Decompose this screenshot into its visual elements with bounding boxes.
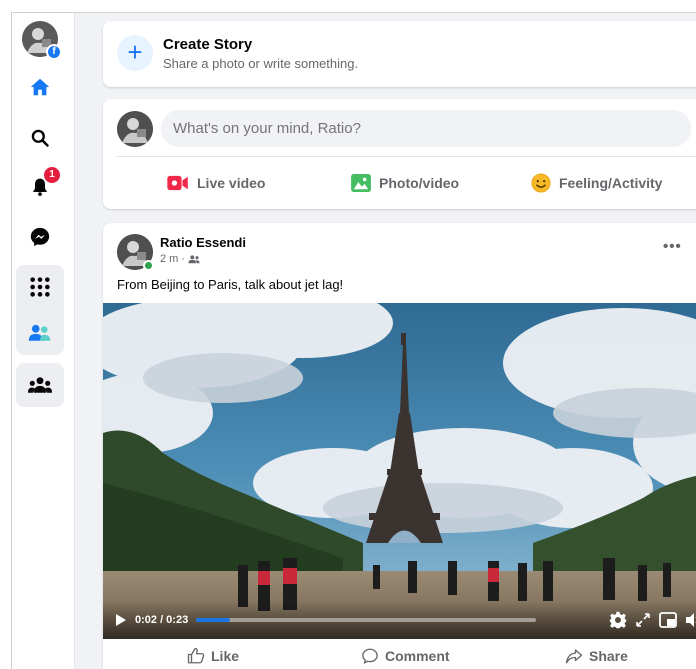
share-icon [565, 649, 583, 664]
live-video-label: Live video [197, 175, 266, 191]
fullscreen-icon[interactable] [635, 612, 651, 628]
left-nav-rail: f 1 [12, 13, 75, 669]
nav-home[interactable] [16, 65, 64, 109]
like-label: Like [211, 648, 240, 664]
home-icon [30, 78, 50, 96]
plus-icon[interactable]: + [117, 35, 153, 71]
notification-badge: 1 [44, 167, 60, 183]
nav-friends[interactable] [16, 311, 64, 355]
friends-icon [28, 324, 51, 341]
feeling-activity-button[interactable]: Feeling/Activity [531, 165, 662, 201]
share-label: Share [589, 648, 628, 664]
composer-divider [117, 156, 696, 157]
post-meta: 2 m · [160, 253, 200, 265]
feed-post: Ratio Essendi 2 m · ••• From Beijing to … [103, 223, 696, 669]
video-progress-fill [196, 618, 231, 622]
live-video-icon [167, 175, 188, 191]
post-video[interactable]: 0:02 / 0:23 [103, 303, 696, 639]
composer-avatar[interactable] [117, 111, 153, 147]
volume-icon[interactable] [685, 612, 696, 628]
comment-button[interactable]: Comment [361, 647, 450, 665]
nav-search[interactable] [16, 116, 64, 160]
nav-notifications[interactable]: 1 [16, 165, 64, 209]
feeling-activity-label: Feeling/Activity [559, 175, 663, 191]
nav-messenger[interactable] [16, 215, 64, 259]
video-time: 0:02 / 0:23 [135, 614, 189, 626]
messenger-icon [30, 227, 50, 247]
video-progress-bar[interactable] [196, 618, 537, 622]
eiffel-tower-video-frame [103, 303, 696, 639]
video-controls: 0:02 / 0:23 [103, 601, 696, 639]
groups-icon [28, 377, 52, 393]
comment-icon [362, 648, 378, 664]
share-button[interactable]: Share [565, 647, 628, 665]
comment-label: Comment [385, 648, 450, 664]
photo-icon [351, 174, 371, 192]
more-options-icon[interactable]: ••• [663, 238, 682, 255]
menu-grid-icon [30, 277, 50, 297]
picture-in-picture-icon[interactable] [659, 612, 677, 628]
gear-icon[interactable] [609, 611, 627, 629]
post-author-avatar[interactable] [117, 234, 154, 271]
thumbs-up-icon [187, 647, 205, 664]
smiley-icon [531, 173, 551, 193]
live-video-button[interactable]: Live video [167, 165, 265, 201]
photo-video-button[interactable]: Photo/video [351, 165, 459, 201]
post-text: From Beijing to Paris, talk about jet la… [117, 277, 344, 292]
create-story-card[interactable]: + Create Story Share a photo or write so… [103, 21, 696, 87]
create-story-subtitle: Share a photo or write something. [163, 56, 359, 71]
search-icon [31, 129, 49, 147]
post-author-name[interactable]: Ratio Essendi [160, 235, 246, 250]
post-composer: Live video Photo/video Feeling/Activity [103, 99, 696, 209]
post-meta-separator: · [181, 253, 186, 265]
photo-video-label: Photo/video [379, 175, 460, 191]
nav-menu[interactable] [16, 265, 64, 309]
play-icon[interactable] [115, 613, 127, 627]
profile-avatar[interactable]: f [22, 21, 62, 60]
like-button[interactable]: Like [187, 647, 239, 665]
post-action-bar: Like Comment Share [103, 643, 696, 669]
whats-on-your-mind-input[interactable] [161, 110, 691, 147]
online-status-dot [143, 260, 154, 271]
create-story-title: Create Story [163, 36, 253, 53]
facebook-icon: f [46, 44, 62, 60]
friends-audience-icon [188, 255, 200, 264]
nav-groups[interactable] [16, 363, 64, 407]
post-time[interactable]: 2 m [160, 253, 178, 265]
